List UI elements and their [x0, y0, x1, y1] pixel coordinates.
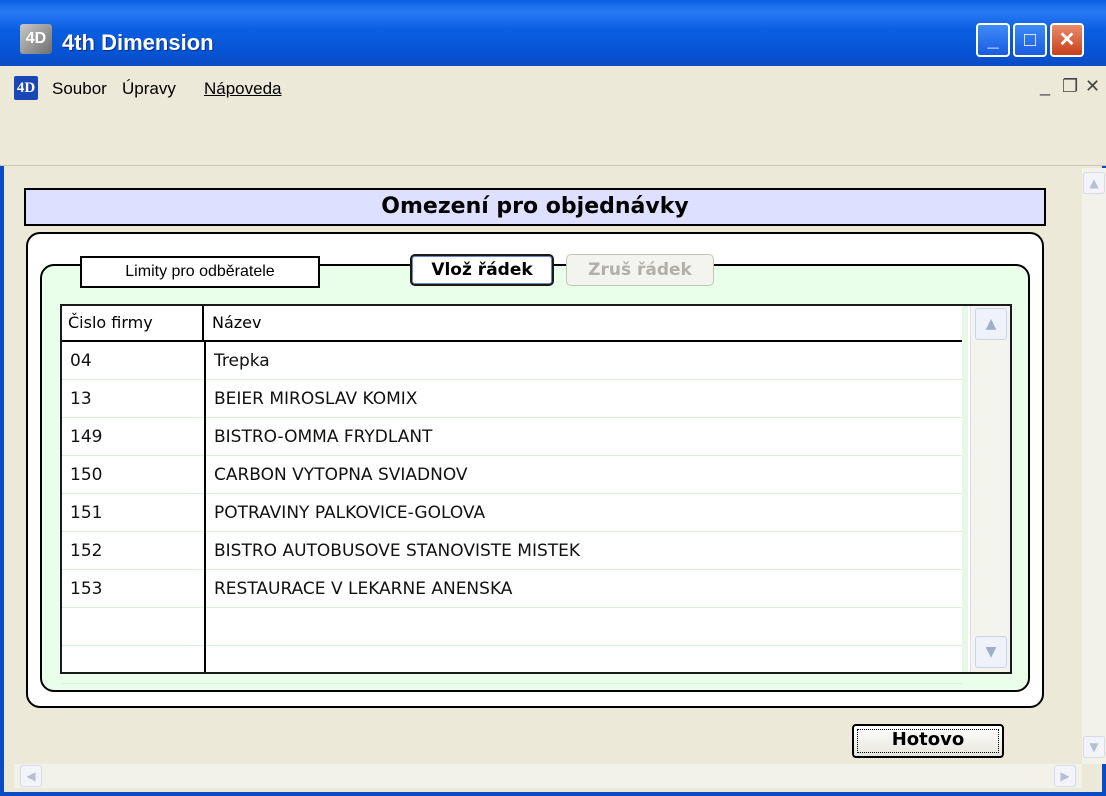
- table-header: Čislo firmy Název: [62, 306, 962, 342]
- window-scroll-up-icon[interactable]: ▲: [1083, 172, 1105, 194]
- table-row[interactable]: [62, 646, 962, 684]
- window-scroll-left-icon[interactable]: ◀: [20, 765, 42, 787]
- table-row[interactable]: 152 BISTRO AUTOBUSOVE STANOVISTE MISTEK: [62, 532, 962, 570]
- mdi-restore-button[interactable]: ❐: [1062, 76, 1078, 97]
- maximize-button[interactable]: □: [1013, 23, 1047, 57]
- column-header-company-number[interactable]: Čislo firmy: [62, 306, 204, 340]
- app-icon: 4D: [20, 24, 52, 54]
- window-scroll-down-icon[interactable]: ▼: [1083, 736, 1105, 758]
- cell-company-number[interactable]: 149: [62, 418, 204, 456]
- cell-company-number[interactable]: 152: [62, 532, 204, 570]
- menu-soubor[interactable]: Soubor: [52, 79, 107, 99]
- menu-napoveda[interactable]: Nápoveda: [204, 79, 282, 99]
- mdi-close-button[interactable]: ✕: [1085, 76, 1100, 97]
- cell-company-number[interactable]: 13: [62, 380, 204, 418]
- customer-table[interactable]: Čislo firmy Název 04 Trepka 13 BEIER MIROSL…: [60, 304, 1012, 684]
- cell-company-name[interactable]: BISTRO AUTOBUSOVE STANOVISTE MISTEK: [206, 532, 962, 570]
- table-row[interactable]: 151 POTRAVINY PALKOVICE-GOLOVA: [62, 494, 962, 532]
- delete-row-button[interactable]: Zruš řádek: [566, 254, 714, 286]
- cell-company-number[interactable]: 153: [62, 570, 204, 608]
- cell-company-name[interactable]: Trepka: [206, 342, 962, 380]
- cell-company-name[interactable]: BISTRO-OMMA FRYDLANT: [206, 418, 962, 456]
- table-row[interactable]: 149 BISTRO-OMMA FRYDLANT: [62, 418, 962, 456]
- cell-company-name[interactable]: [206, 608, 962, 646]
- menu-upravy[interactable]: Úpravy: [122, 79, 176, 99]
- toolbar-area: [0, 110, 1106, 166]
- window-frame-left: [0, 66, 4, 796]
- window-scroll-right-icon[interactable]: ▶: [1054, 765, 1076, 787]
- window-vertical-scrollbar[interactable]: ▲ ▼: [1082, 168, 1106, 764]
- window-horizontal-scrollbar[interactable]: ◀ ▶: [14, 764, 1082, 788]
- cell-company-number[interactable]: 150: [62, 456, 204, 494]
- table-body: 04 Trepka 13 BEIER MIROSLAV KOMIX 149 BISTRO-…: [62, 342, 968, 684]
- cell-company-name[interactable]: BEIER MIROSLAV KOMIX: [206, 380, 962, 418]
- minimize-button[interactable]: _: [976, 23, 1010, 57]
- table-right-band: [962, 306, 968, 672]
- 4d-logo-icon[interactable]: 4D: [14, 76, 38, 100]
- scroll-up-icon[interactable]: ▲: [975, 308, 1007, 340]
- form-area: Omezení pro objednávky Limity pro odběra…: [14, 168, 1082, 764]
- table-row[interactable]: 150 CARBON VYTOPNA SVIADNOV: [62, 456, 962, 494]
- cell-company-name[interactable]: [206, 646, 962, 684]
- close-button[interactable]: ✕: [1050, 23, 1084, 57]
- window-title: 4th Dimension: [62, 30, 214, 55]
- cell-company-number[interactable]: [62, 646, 204, 684]
- group-label: Limity pro odběratele: [80, 256, 320, 288]
- table-row[interactable]: [62, 608, 962, 646]
- table-row[interactable]: 13 BEIER MIROSLAV KOMIX: [62, 380, 962, 418]
- window-frame-bottom: [0, 792, 1106, 796]
- add-row-button[interactable]: Vlož řádek: [410, 254, 554, 286]
- column-header-name[interactable]: Název: [206, 306, 962, 340]
- cell-company-name[interactable]: RESTAURACE V LEKARNE ANENSKA: [206, 570, 962, 608]
- cell-company-name[interactable]: CARBON VYTOPNA SVIADNOV: [206, 456, 962, 494]
- cell-company-number[interactable]: 04: [62, 342, 204, 380]
- scroll-down-icon[interactable]: ▼: [975, 636, 1007, 668]
- mdi-minimize-button[interactable]: _: [1040, 76, 1050, 97]
- menu-bar: 4D Soubor Úpravy Nápoveda _ ❐ ✕: [0, 66, 1106, 110]
- cell-company-number[interactable]: 151: [62, 494, 204, 532]
- table-vertical-scrollbar[interactable]: ▲ ▼: [970, 306, 1010, 672]
- form-title: Omezení pro objednávky: [24, 188, 1046, 226]
- cell-company-name[interactable]: POTRAVINY PALKOVICE-GOLOVA: [206, 494, 962, 532]
- app-window: 4D 4th Dimension _ □ ✕ 4D Soubor Úpravy …: [0, 0, 1106, 796]
- table-row[interactable]: 04 Trepka: [62, 342, 962, 380]
- column-divider: [204, 342, 206, 672]
- table-row[interactable]: 153 RESTAURACE V LEKARNE ANENSKA: [62, 570, 962, 608]
- done-button[interactable]: Hotovo: [852, 724, 1004, 758]
- cell-company-number[interactable]: [62, 608, 204, 646]
- title-bar[interactable]: 4D 4th Dimension _ □ ✕: [0, 0, 1106, 66]
